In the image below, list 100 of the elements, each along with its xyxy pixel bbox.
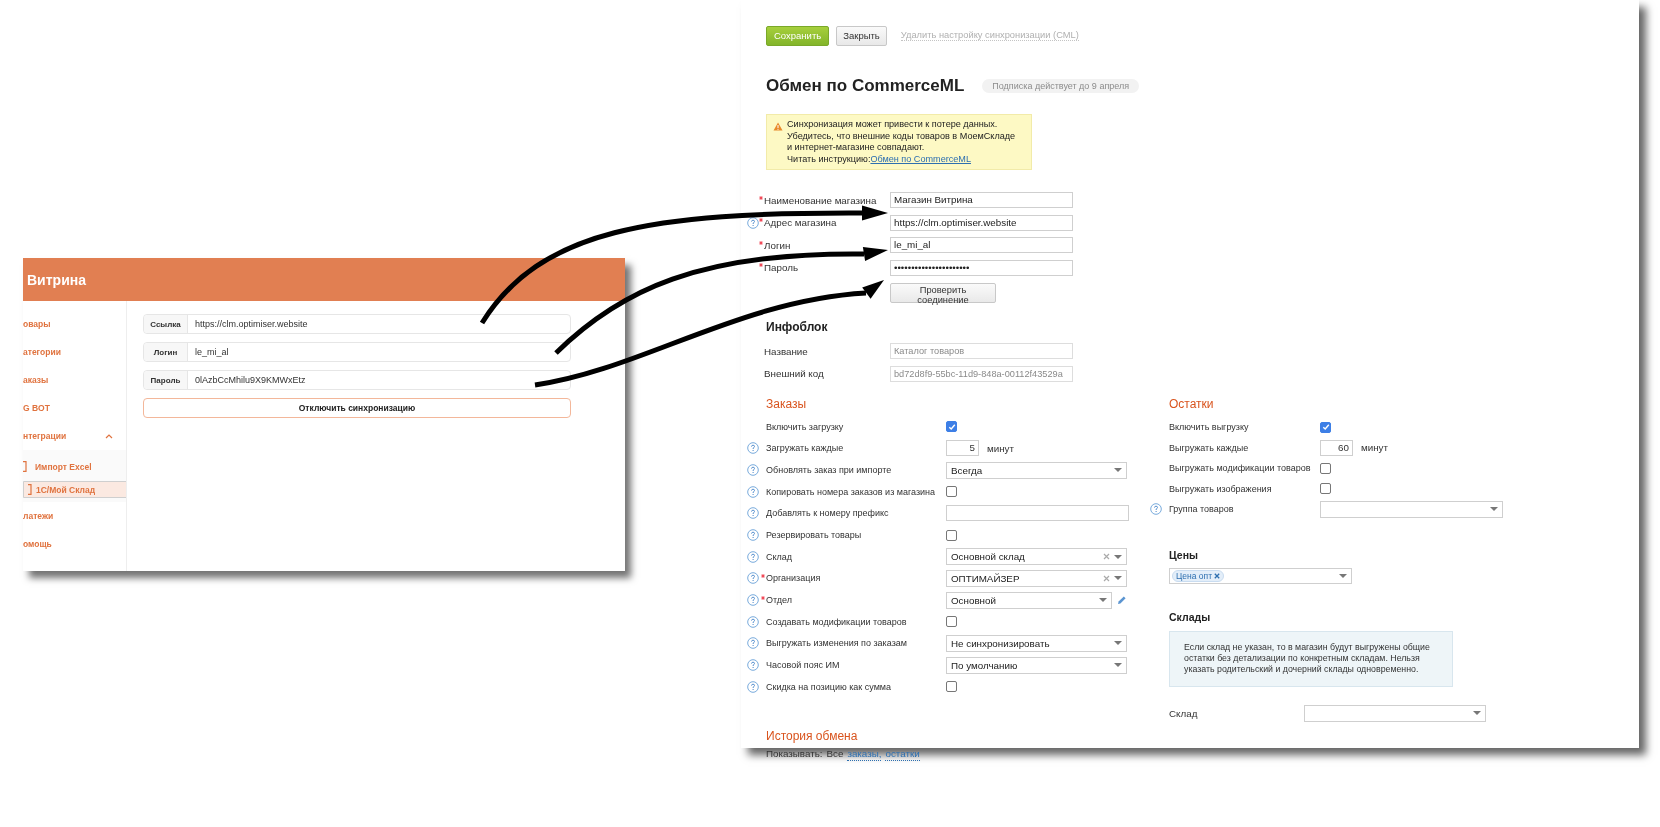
caret-icon xyxy=(1114,641,1122,646)
instruction-link[interactable]: Обмен по CommerceML xyxy=(870,153,971,164)
field-label: Скидка на позицию как сумма xyxy=(766,681,892,692)
sidebar-item[interactable]: латежи xyxy=(23,502,126,530)
dropdown[interactable]: ОПТИМАЙЗЕР xyxy=(946,569,1127,587)
field-label: Внешний код xyxy=(764,368,824,380)
checkbox[interactable] xyxy=(1320,483,1331,495)
section-title: Цены xyxy=(1169,548,1199,561)
input-field[interactable]: bd72d8f9-55bc-11d9-848a-00112f43529a xyxy=(890,365,1073,382)
input-field[interactable]: •••••••••••••••••••••• xyxy=(890,259,1073,276)
subscription-badge: Подписка действует до 9 апреля xyxy=(982,79,1140,93)
item-icon xyxy=(23,461,27,472)
dropdown[interactable]: По умолчанию xyxy=(946,656,1127,674)
field-label: Обновлять заказ при импорте xyxy=(766,465,892,476)
input-field[interactable]: Логин le_mi_al xyxy=(143,342,571,362)
field-label: Выгружать изображения xyxy=(1169,483,1272,494)
field-label: Пароль xyxy=(764,262,798,274)
section-title: Остатки xyxy=(1169,397,1215,412)
dropdown[interactable] xyxy=(1320,500,1503,518)
price-tag[interactable]: Цена опт xyxy=(1172,569,1225,582)
pencil-icon[interactable] xyxy=(1117,595,1127,606)
input-field[interactable]: Магазин Витрина xyxy=(890,192,1073,209)
caret-icon xyxy=(1114,663,1122,668)
dropdown[interactable] xyxy=(1304,704,1486,722)
field-value: 0lAzbCcMhilu9X9KMWxEtz xyxy=(194,375,306,385)
field-label: Часовой пояс ИМ xyxy=(766,660,840,671)
input-field[interactable]: https://clm.optimiser.website xyxy=(890,214,1073,231)
close-button[interactable]: Закрыть xyxy=(836,25,887,46)
field-label: Группа товаров xyxy=(1169,504,1234,515)
field-label: Копировать номера заказов из магазина xyxy=(766,486,936,497)
input-field[interactable]: Каталог товаров xyxy=(890,343,1073,360)
item-icon xyxy=(28,484,32,495)
input-field[interactable] xyxy=(946,505,1129,522)
caret-icon xyxy=(1114,576,1122,581)
field-label: Склад xyxy=(766,551,793,562)
number-field[interactable]: 5 xyxy=(946,440,979,457)
required-icon xyxy=(759,263,763,268)
checkbox[interactable] xyxy=(946,421,957,433)
dropdown[interactable]: Не синхронизировать xyxy=(946,634,1127,652)
field-label: Пароль xyxy=(144,371,188,389)
field-label: Отдел xyxy=(766,595,793,606)
checkbox[interactable] xyxy=(1320,462,1331,474)
section-title: Инфоблок xyxy=(766,320,829,334)
dropdown[interactable]: Всегда xyxy=(946,461,1127,479)
unit-label: минут xyxy=(987,443,1014,454)
caret-icon xyxy=(1099,598,1107,603)
sidebar-item[interactable]: G BOT xyxy=(23,394,126,422)
checkbox[interactable] xyxy=(946,529,957,541)
section-title: История обмена xyxy=(766,728,859,744)
field-label: Выгружать каждые xyxy=(1169,442,1249,453)
page-title: Обмен по CommerceML xyxy=(766,76,965,96)
sidebar-item[interactable]: омощь xyxy=(23,530,126,558)
unit-label: минут xyxy=(1361,442,1388,454)
caret-icon xyxy=(1473,711,1481,715)
sidebar-subitem[interactable]: Импорт Excel xyxy=(23,454,123,479)
field-label: Включить загрузку xyxy=(766,421,844,432)
sidebar-item[interactable]: аказы xyxy=(23,366,126,394)
checkbox[interactable] xyxy=(946,486,957,498)
field-label: Включить выгрузку xyxy=(1169,422,1249,433)
field-label: Добавлять к номеру префикс xyxy=(766,508,889,519)
sidebar-item[interactable]: нтеграции xyxy=(23,422,126,450)
remove-icon[interactable] xyxy=(1214,572,1221,579)
field-value: le_mi_al xyxy=(194,347,229,357)
field-label: Загружать каждые xyxy=(766,443,844,454)
dropdown[interactable]: Цена опт xyxy=(1169,567,1352,584)
field-label: Логин xyxy=(144,343,188,361)
number-field[interactable]: 60 xyxy=(1320,439,1353,456)
required-icon xyxy=(759,195,763,200)
filter-label: Показывать: xyxy=(766,747,823,761)
info-text: Если склад не указан, то в магазин будут выгружены общие остатки без детализации по конкретным складам. Нельзя указать родительский и дочерний склады одновременно. xyxy=(1184,641,1431,675)
field-label: Наименование магазина xyxy=(764,194,877,206)
input-field[interactable]: le_mi_al xyxy=(890,237,1073,254)
check-connection-button[interactable]: Проверить соединение xyxy=(890,282,996,303)
filter-link[interactable]: Все xyxy=(826,747,844,761)
sidebar-item[interactable]: атегории xyxy=(23,338,126,366)
field-value: https://clm.optimiser.website xyxy=(194,319,308,329)
dropdown[interactable]: Основной xyxy=(946,591,1112,609)
chevron-icon[interactable] xyxy=(105,434,113,439)
checkbox[interactable] xyxy=(946,681,957,693)
clear-icon[interactable] xyxy=(1103,574,1110,582)
field-label: Адрес магазина xyxy=(764,217,837,229)
checkbox[interactable] xyxy=(1320,421,1331,433)
help-icon[interactable] xyxy=(747,216,759,229)
required-icon xyxy=(759,218,763,223)
checkbox[interactable] xyxy=(946,616,957,628)
required-icon xyxy=(761,574,765,579)
field-label: Выгружать изменения по заказам xyxy=(766,638,907,649)
sidebar-item[interactable]: овары xyxy=(23,310,126,338)
caret-icon xyxy=(1114,554,1122,559)
disconnect-button[interactable]: Отключить синхронизацию xyxy=(143,398,571,418)
warning-icon xyxy=(773,122,783,131)
section-title: Склады xyxy=(1169,610,1212,623)
clear-icon[interactable] xyxy=(1103,553,1110,561)
field-label: Логин xyxy=(764,239,791,251)
caret-icon xyxy=(1114,468,1122,473)
dropdown[interactable]: Основной склад xyxy=(946,548,1127,566)
input-field[interactable]: Ссылка https://clm.optimiser.website xyxy=(143,314,571,334)
input-field[interactable]: Пароль 0lAzbCcMhilu9X9KMWxEtz xyxy=(143,370,571,390)
required-icon xyxy=(761,596,765,601)
field-label: Создавать модификации товаров xyxy=(766,616,907,627)
